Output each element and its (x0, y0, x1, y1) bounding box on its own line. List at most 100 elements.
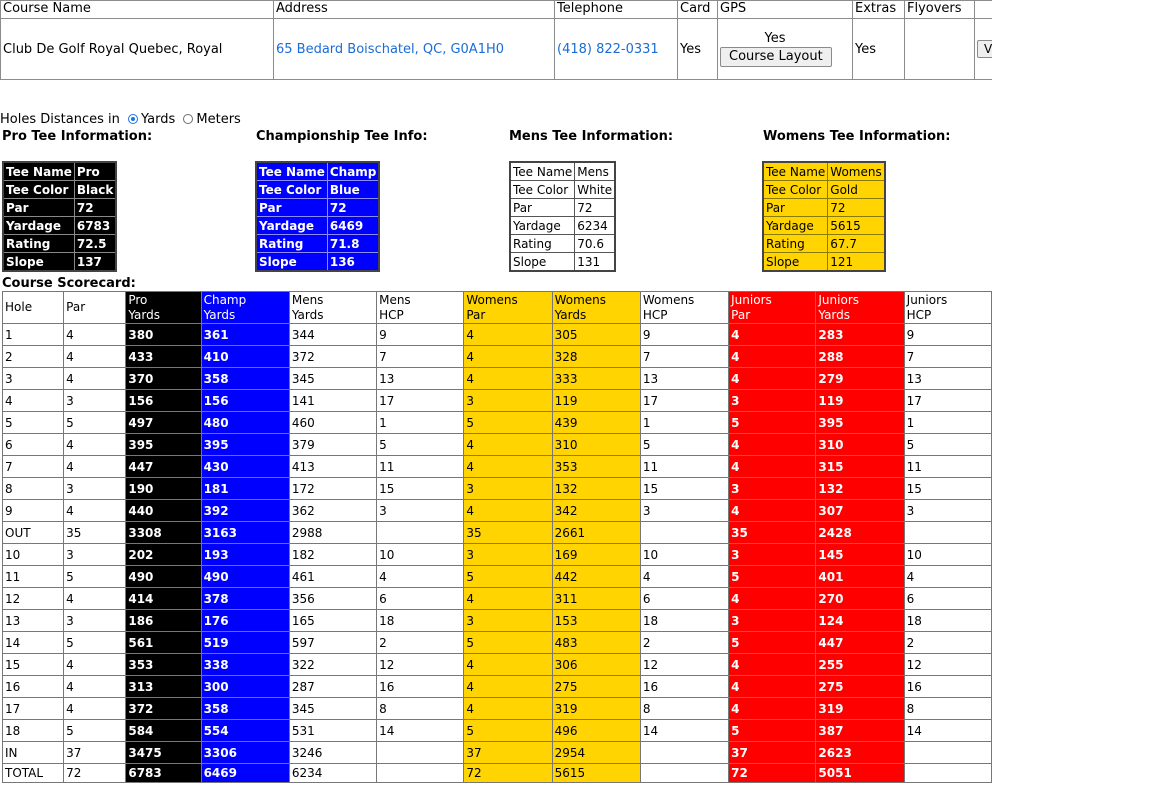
pro-tee-heading: Pro Tee Information: (2, 129, 153, 144)
pro-tee-row: Tee Color Black (2, 180, 117, 199)
scorecard-cell: 319 (551, 697, 641, 720)
scorecard-cell: 2988 (288, 521, 378, 544)
scorecard-cell (376, 741, 465, 764)
scorecard-header-row: Hole Par Pro Yards Champ Yards Mens Yards Mens HC… (1, 291, 992, 324)
header-text: Womens (642, 292, 695, 307)
scorecard-cell: 310 (551, 433, 641, 456)
pro-tee-label: Tee Name (2, 161, 75, 181)
scorecard-cell: 338 (200, 653, 290, 676)
card-value: Yes (677, 18, 718, 80)
meters-radio[interactable] (183, 114, 194, 124)
scorecard-cell: 176 (200, 609, 290, 632)
scorecard-cell: 3163 (200, 521, 290, 544)
scorecard-cell: 1 (1, 323, 65, 346)
scorecard-row: 2 4 433 410 372 7 4 328 7 4 288 7 (1, 345, 992, 368)
scorecard-cell: 3 (63, 477, 127, 500)
scorecard-cell: 4 (63, 587, 127, 610)
champ-tee-value: 136 (326, 252, 380, 272)
scorecard-cell: 9 (903, 323, 992, 346)
scorecard-cell: 433 (125, 345, 202, 368)
course-layout-button[interactable]: Course Layout (720, 47, 832, 67)
champ-tee-value: Champ (326, 161, 380, 181)
scorecard-cell: 440 (125, 499, 202, 522)
pro-tee-row: Par 72 (2, 198, 117, 217)
scorecard-cell: 16 (1, 675, 65, 698)
view-button[interactable]: V (977, 40, 992, 58)
scorecard-cell: 4 (463, 345, 553, 368)
scorecard-cell: 37 (728, 741, 817, 764)
extras-value: Yes (852, 18, 905, 80)
scorecard-cell: 18 (903, 609, 992, 632)
address-link[interactable]: 65 Bedard Boischatel, QC, G0A1H0 (273, 18, 555, 80)
scorecard-cell: 3 (728, 477, 817, 500)
scorecard-cell: 333 (551, 367, 641, 390)
scorecard-cell: TOTAL (1, 763, 65, 783)
mens-tee-label: Tee Name (509, 161, 576, 181)
scorecard-row: TOTAL 72 6783 6469 6234 72 5615 72 5051 (1, 763, 992, 783)
mens-tee-value: Mens (574, 161, 616, 181)
scorecard-header-womens-yards: Womens Yards (551, 291, 641, 324)
scorecard-cell: 9 (376, 323, 465, 346)
scorecard-cell: 5 (63, 719, 127, 742)
scorecard-cell: OUT (1, 521, 65, 544)
telephone-link[interactable]: (418) 822-0331 (554, 18, 678, 80)
scorecard-cell: 11 (639, 455, 730, 478)
scorecard-header-par: Par (63, 291, 127, 324)
mens-tee-value: 6234 (574, 216, 616, 235)
scorecard-cell: 4 (463, 587, 553, 610)
yards-label[interactable]: Yards (141, 112, 175, 127)
header-course-name: Course Name (0, 0, 274, 19)
scorecard-cell: 353 (125, 653, 202, 676)
yards-radio[interactable] (127, 114, 138, 124)
scorecard-cell: 72 (463, 763, 553, 783)
scorecard-cell: 430 (200, 455, 290, 478)
header-text: Pro (128, 292, 148, 307)
mens-tee-row: Tee Name Mens (509, 161, 616, 181)
scorecard-cell: 5 (463, 719, 553, 742)
womens-tee-value: Womens (827, 161, 886, 181)
scorecard-cell: 37 (63, 741, 127, 764)
scorecard-cell: 8 (903, 697, 992, 720)
scorecard-cell: 287 (288, 675, 378, 698)
pro-tee-value: 137 (73, 252, 117, 272)
scorecard-cell: 14 (376, 719, 465, 742)
scorecard-cell (639, 521, 730, 544)
units-selector: Holes Distances in Yards Meters (0, 112, 241, 127)
champ-tee-label: Rating (255, 234, 328, 253)
scorecard-cell: 361 (200, 323, 290, 346)
champ-tee-row: Par 72 (255, 198, 380, 217)
scorecard-cell: 300 (200, 675, 290, 698)
meters-label[interactable]: Meters (196, 112, 240, 127)
header-flyovers: Flyovers (904, 0, 975, 19)
pro-tee-label: Slope (2, 252, 75, 272)
scorecard-cell: 275 (551, 675, 641, 698)
scorecard-cell: 3 (463, 543, 553, 566)
champ-tee-label: Tee Color (255, 180, 328, 199)
champ-tee-row: Slope 136 (255, 252, 380, 272)
scorecard-cell: 153 (551, 609, 641, 632)
scorecard-cell (376, 763, 465, 783)
champ-tee-label: Slope (255, 252, 328, 272)
scorecard-cell: 4 (63, 499, 127, 522)
scorecard-cell: 4 (463, 697, 553, 720)
course-info-row: Club De Golf Royal Quebec, Royal 65 Beda… (0, 18, 992, 80)
scorecard-cell: 17 (903, 389, 992, 412)
womens-tee-label: Slope (762, 252, 829, 272)
scorecard-cell: 275 (815, 675, 905, 698)
course-info-header-row: Course Name Address Telephone Card GPS E… (0, 0, 992, 19)
womens-tee-heading: Womens Tee Information: (763, 129, 951, 144)
scorecard-cell: 7 (903, 345, 992, 368)
scorecard-cell: 4 (639, 565, 730, 588)
scorecard-cell: 11 (376, 455, 465, 478)
scorecard-cell: 5 (63, 631, 127, 654)
scorecard-cell: 313 (125, 675, 202, 698)
scorecard-cell: 283 (815, 323, 905, 346)
header-text: Yards (818, 307, 851, 322)
mens-tee-row: Yardage 6234 (509, 216, 616, 235)
scorecard-cell: 7 (376, 345, 465, 368)
scorecard-cell: 169 (551, 543, 641, 566)
scorecard-cell: 9 (639, 323, 730, 346)
scorecard-cell: 370 (125, 367, 202, 390)
scorecard-row: IN 37 3475 3306 3246 37 2954 37 2623 (1, 741, 992, 764)
pro-tee-value: Black (73, 180, 117, 199)
